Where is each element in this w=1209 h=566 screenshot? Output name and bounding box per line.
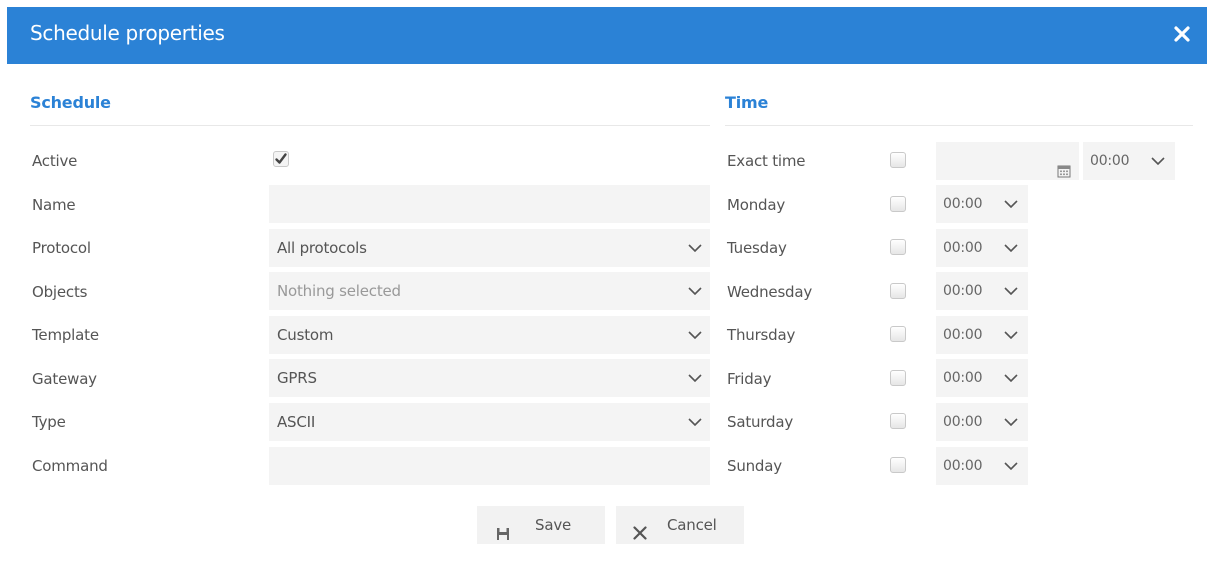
- cancel-button-label: Cancel: [667, 516, 717, 534]
- type-label: Type: [32, 413, 66, 431]
- chevron-down-icon: [688, 272, 702, 310]
- name-input[interactable]: [269, 185, 710, 223]
- thursday-time-value: 00:00: [943, 327, 983, 343]
- close-icon[interactable]: [1169, 21, 1195, 47]
- gateway-value: GPRS: [277, 369, 317, 387]
- chevron-down-icon: [688, 316, 702, 354]
- tuesday-time-value: 00:00: [943, 240, 983, 256]
- type-value: ASCII: [277, 413, 316, 431]
- command-input[interactable]: [269, 447, 710, 485]
- command-label: Command: [32, 457, 108, 475]
- schedule-section-title: Schedule: [30, 93, 111, 112]
- active-label: Active: [32, 152, 78, 170]
- chevron-down-icon: [1004, 359, 1018, 397]
- sunday-time-select[interactable]: 00:00: [936, 447, 1028, 485]
- schedule-properties-dialog: Schedule properties Schedule Time Active…: [7, 7, 1207, 566]
- chevron-down-icon: [688, 229, 702, 267]
- day-label-monday: Monday: [727, 196, 786, 214]
- chevron-down-icon: [688, 403, 702, 441]
- cancel-button[interactable]: Cancel: [616, 506, 744, 544]
- type-select[interactable]: ASCII: [269, 403, 710, 441]
- tuesday-time-select[interactable]: 00:00: [936, 229, 1028, 267]
- x-icon: [632, 517, 648, 555]
- chevron-down-icon: [1004, 229, 1018, 267]
- chevron-down-icon: [688, 359, 702, 397]
- template-value: Custom: [277, 326, 334, 344]
- day-label-sunday: Sunday: [727, 457, 782, 475]
- save-button-label: Save: [535, 516, 572, 534]
- chevron-down-icon: [1004, 403, 1018, 441]
- exact-time-select[interactable]: 00:00: [1083, 142, 1175, 180]
- tuesday-checkbox[interactable]: [890, 239, 906, 255]
- friday-time-value: 00:00: [943, 370, 983, 386]
- calendar-icon[interactable]: [1057, 154, 1071, 178]
- chevron-down-icon: [1004, 272, 1018, 310]
- save-button[interactable]: Save: [477, 506, 605, 544]
- objects-select[interactable]: Nothing selected: [269, 272, 710, 310]
- monday-checkbox[interactable]: [890, 196, 906, 212]
- thursday-time-select[interactable]: 00:00: [936, 316, 1028, 354]
- chevron-down-icon: [1004, 447, 1018, 485]
- day-label-saturday: Saturday: [727, 413, 793, 431]
- active-checkbox[interactable]: [272, 151, 289, 168]
- day-label-tuesday: Tuesday: [727, 239, 787, 257]
- saturday-time-select[interactable]: 00:00: [936, 403, 1028, 441]
- sunday-time-value: 00:00: [943, 458, 983, 474]
- sunday-checkbox[interactable]: [890, 457, 906, 473]
- exact-date-input[interactable]: [936, 142, 1079, 180]
- dialog-titlebar: Schedule properties: [7, 7, 1207, 64]
- saturday-time-value: 00:00: [943, 414, 983, 430]
- chevron-down-icon: [1151, 142, 1165, 180]
- protocol-select[interactable]: All protocols: [269, 229, 710, 267]
- chevron-down-icon: [1004, 316, 1018, 354]
- protocol-label: Protocol: [32, 239, 91, 257]
- schedule-divider: [30, 125, 710, 126]
- friday-time-select[interactable]: 00:00: [936, 359, 1028, 397]
- monday-time-select[interactable]: 00:00: [936, 185, 1028, 223]
- name-label: Name: [32, 196, 76, 214]
- day-label-wednesday: Wednesday: [727, 283, 813, 301]
- exact-time-label: Exact time: [727, 152, 806, 170]
- save-icon: [496, 517, 510, 555]
- gateway-select[interactable]: GPRS: [269, 359, 710, 397]
- time-divider: [725, 125, 1193, 126]
- objects-label: Objects: [32, 283, 88, 301]
- dialog-title: Schedule properties: [30, 21, 225, 45]
- template-label: Template: [32, 326, 99, 344]
- gateway-label: Gateway: [32, 370, 97, 388]
- time-section-title: Time: [725, 93, 769, 112]
- protocol-value: All protocols: [277, 239, 367, 257]
- saturday-checkbox[interactable]: [890, 413, 906, 429]
- monday-time-value: 00:00: [943, 196, 983, 212]
- exact-time-checkbox[interactable]: [890, 152, 906, 168]
- wednesday-time-value: 00:00: [943, 283, 983, 299]
- wednesday-checkbox[interactable]: [890, 283, 906, 299]
- wednesday-time-select[interactable]: 00:00: [936, 272, 1028, 310]
- objects-placeholder: Nothing selected: [277, 282, 401, 300]
- chevron-down-icon: [1004, 185, 1018, 223]
- thursday-checkbox[interactable]: [890, 326, 906, 342]
- template-select[interactable]: Custom: [269, 316, 710, 354]
- day-label-friday: Friday: [727, 370, 772, 388]
- exact-time-value: 00:00: [1090, 153, 1130, 169]
- friday-checkbox[interactable]: [890, 370, 906, 386]
- day-label-thursday: Thursday: [727, 326, 796, 344]
